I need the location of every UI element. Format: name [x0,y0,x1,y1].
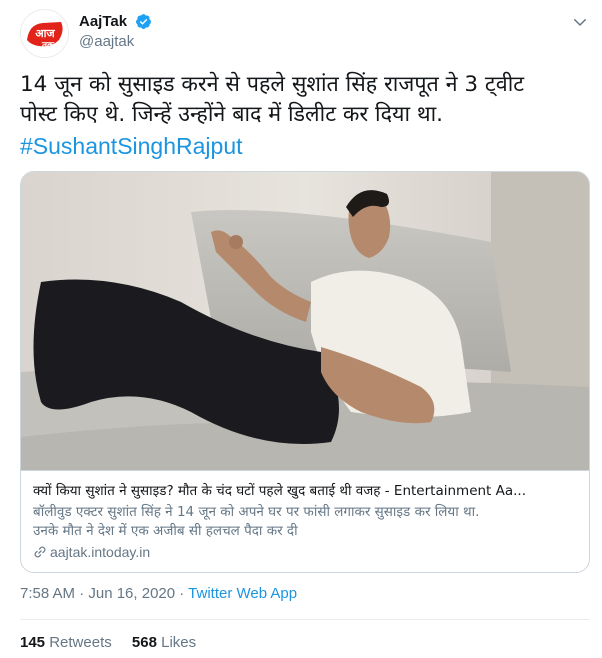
divider [20,619,590,620]
author-display-name[interactable]: AajTak [79,13,127,30]
link-card[interactable]: क्यों किया सुशांत ने सुसाइड? मौत के चंद … [20,171,590,573]
avatar[interactable]: आज तक [20,9,69,58]
card-image[interactable] [21,172,589,470]
card-description: बॉलीवुड एक्टर सुशांत सिंह ने 14 जून को अ… [33,503,577,541]
card-domain-text: aajtak.intoday.in [50,544,151,560]
retweets-count: 145 [20,634,46,651]
card-title[interactable]: क्यों किया सुशांत ने सुसाइड? मौत के चंद … [33,481,577,501]
likes-stat[interactable]: 568 Likes [132,634,196,651]
chevron-down-icon[interactable] [571,13,589,31]
link-icon [34,546,46,558]
svg-text:तक: तक [41,41,55,51]
card-domain[interactable]: aajtak.intoday.in [33,544,577,560]
aajtak-logo-icon: आज तक [21,10,68,57]
likes-label: Likes [161,634,197,651]
tweet-header: आज तक AajTak @aajtak [0,0,602,62]
tweet-text: 14 जून को सुसाइड करने से पहले सुशांत सिं… [20,70,590,130]
tweet-text-line: पोस्ट किए थे. जिन्हें उन्होंने बाद में ड… [20,102,444,127]
card-description-line: उनके मौत ने देश में एक अजीब सी हलचल पैदा… [33,523,298,539]
verified-badge-icon [136,14,152,29]
hashtag-link[interactable]: #SushantSinghRajput [20,133,243,160]
tweet-meta: 7:58 AM · Jun 16, 2020 · Twitter Web App [20,585,297,602]
author-handle[interactable]: @aajtak [79,33,152,50]
source-link[interactable]: Twitter Web App [188,585,297,602]
timestamp[interactable]: 7:58 AM · Jun 16, 2020 · [20,585,188,602]
likes-count: 568 [131,634,157,651]
tweet-text-line: 14 जून को सुसाइड करने से पहले सुशांत सिं… [20,72,525,97]
author-info: AajTak @aajtak [79,11,152,50]
card-description-line: बॉलीवुड एक्टर सुशांत सिंह ने 14 जून को अ… [33,504,480,520]
retweets-stat[interactable]: 145 Retweets [20,634,112,651]
svg-text:आज: आज [35,27,55,40]
card-body: क्यों किया सुशांत ने सुसाइड? मौत के चंद … [21,470,589,572]
retweets-label: Retweets [49,634,112,651]
engagement-stats: 145 Retweets 568 Likes [20,634,212,651]
